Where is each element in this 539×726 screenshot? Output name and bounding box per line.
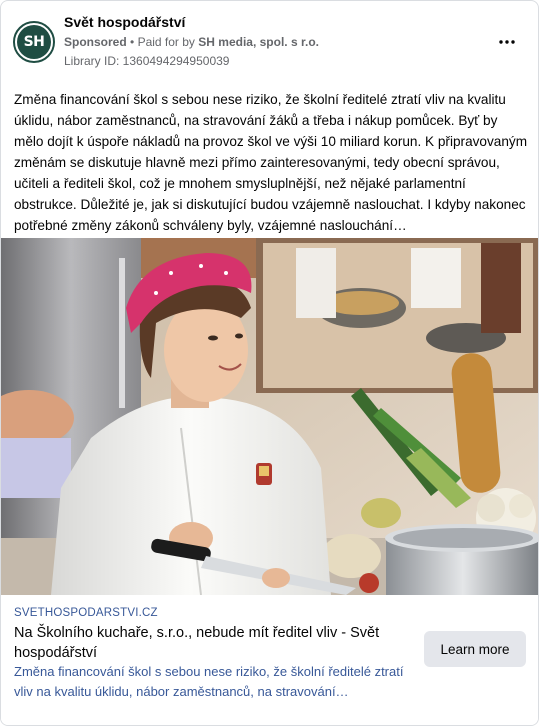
link-title[interactable]: Na Školního kuchaře, s.r.o., nebude mít … xyxy=(14,623,414,663)
chef-kitchen-photo xyxy=(1,238,538,595)
page-avatar[interactable]: SH xyxy=(13,21,55,63)
advertiser-name: SH media, spol. s r.o. xyxy=(198,35,319,49)
more-options-button[interactable] xyxy=(493,31,521,53)
sponsored-label: Sponsored xyxy=(64,35,127,49)
learn-more-button[interactable]: Learn more xyxy=(424,631,526,667)
ad-header: SH Svět hospodářství Sponsored • Paid fo… xyxy=(1,1,538,81)
sponsored-line: Sponsored • Paid for by SH media, spol. … xyxy=(64,35,319,49)
library-id: Library ID: 1360494294950039 xyxy=(64,54,230,68)
avatar-logo: SH xyxy=(17,25,51,59)
link-domain: SVETHOSPODARSTVI.CZ xyxy=(14,607,158,619)
link-description: Změna financování škol s sebou nese rizi… xyxy=(14,664,404,699)
ad-card: SH Svět hospodářství Sponsored • Paid fo… xyxy=(0,0,539,726)
page-name-link[interactable]: Svět hospodářství xyxy=(64,14,185,30)
separator-dot: • xyxy=(130,35,135,49)
ad-body-text: Změna financování škol s sebou nese rizi… xyxy=(14,92,528,233)
paid-for-prefix: Paid for by xyxy=(137,35,195,49)
ad-image[interactable] xyxy=(1,238,538,595)
link-preview[interactable]: SVETHOSPODARSTVI.CZ Na Školního kuchaře,… xyxy=(1,595,538,725)
more-horizontal-icon xyxy=(499,40,515,44)
